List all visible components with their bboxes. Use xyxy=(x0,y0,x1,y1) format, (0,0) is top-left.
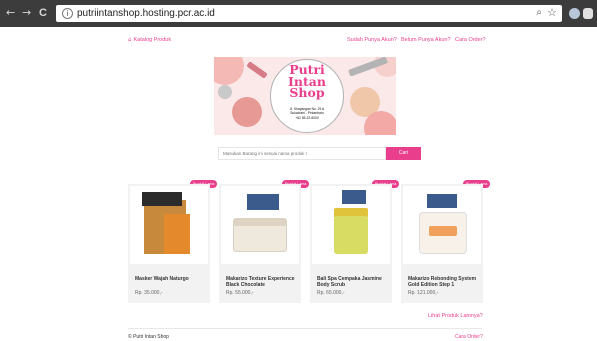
more-products-link[interactable]: Lihat Produk Lainnya? xyxy=(428,313,483,319)
product-image[interactable] xyxy=(130,186,208,264)
product-jar xyxy=(334,216,368,254)
url-text[interactable]: putriintanshop.hosting.pcr.ac.id xyxy=(77,8,215,19)
no-account-link[interactable]: Belum Punya Akun? xyxy=(401,37,451,43)
product-image[interactable] xyxy=(403,186,481,264)
product-image[interactable] xyxy=(221,186,299,264)
product-name[interactable]: Makarizo Rebonding System Gold Edition S… xyxy=(408,276,482,288)
product-image[interactable] xyxy=(312,186,390,264)
shop-banner: Putri Intan Shop Jl. Khayangan No. 29 A … xyxy=(214,57,396,135)
zoom-icon[interactable]: ⌕ xyxy=(536,7,542,18)
shop-address: Jl. Khayangan No. 29 A Sukabumi - Pekanb… xyxy=(274,107,340,120)
has-account-link[interactable]: Sudah Punya Akun? xyxy=(347,37,397,43)
product-jar xyxy=(233,222,287,252)
product-lid xyxy=(233,218,287,226)
decor-shape xyxy=(364,111,396,135)
product-name[interactable]: Masker Wajah Naturgo xyxy=(135,276,209,282)
reload-icon[interactable]: C xyxy=(39,7,47,19)
product-card[interactable]: Makarizo Rebonding System Gold Edition S… xyxy=(401,184,483,303)
profile-icon[interactable] xyxy=(583,8,593,19)
footer-copyright: © Putri Intan Shop xyxy=(128,334,169,340)
product-card[interactable]: Bali Spa Cempaka Jasmine Body Scrub Rp. … xyxy=(310,184,392,303)
decor-shape xyxy=(214,57,244,85)
address-line: +62 85-22-6000 xyxy=(295,115,319,120)
decor-shape xyxy=(246,61,268,79)
back-arrow-icon[interactable]: ← xyxy=(6,7,15,19)
brand-line: Shop xyxy=(289,85,325,100)
product-card[interactable]: Makarizo Texture Experience Black Chocol… xyxy=(219,184,301,303)
mask-box xyxy=(164,214,190,254)
product-price: Rp. 65.000,- xyxy=(317,290,345,296)
decor-shape xyxy=(218,85,232,99)
browser-toolbar: ← → C i putriintanshop.hosting.pcr.ac.id… xyxy=(0,0,597,27)
product-name[interactable]: Makarizo Texture Experience Black Chocol… xyxy=(226,276,300,288)
catalog-label: Katalog Produk xyxy=(133,37,172,43)
product-price: Rp. 55.000,- xyxy=(226,290,254,296)
extension-icon[interactable] xyxy=(569,8,580,19)
search-button[interactable]: Cari xyxy=(386,147,421,160)
product-label xyxy=(342,190,366,204)
product-label xyxy=(247,194,279,210)
footer-order-link[interactable]: Cara Order? xyxy=(455,334,483,340)
address-bar[interactable]: i putriintanshop.hosting.pcr.ac.id ⌕ ☆ xyxy=(56,5,562,22)
bookmark-star-icon[interactable]: ☆ xyxy=(547,6,557,19)
product-name[interactable]: Bali Spa Cempaka Jasmine Body Scrub xyxy=(317,276,391,288)
product-card[interactable]: Masker Wajah Naturgo Rp. 35.000,- xyxy=(128,184,210,303)
track-order-link[interactable]: Cara Order? xyxy=(455,37,486,43)
product-price: Rp. 35.000,- xyxy=(135,290,163,296)
product-label xyxy=(427,194,457,208)
shop-logo-text: Putri Intan Shop xyxy=(270,64,344,99)
product-logo xyxy=(429,226,457,236)
search-input[interactable] xyxy=(218,147,386,160)
decor-shape xyxy=(232,97,262,127)
footer-divider xyxy=(128,328,482,329)
home-icon: ⌂ xyxy=(128,37,132,43)
mask-label xyxy=(142,192,182,206)
catalog-link[interactable]: ⌂ Katalog Produk xyxy=(128,37,171,43)
product-price: Rp. 121.000,- xyxy=(408,290,439,296)
info-icon[interactable]: i xyxy=(62,8,73,19)
forward-arrow-icon[interactable]: → xyxy=(22,7,31,19)
